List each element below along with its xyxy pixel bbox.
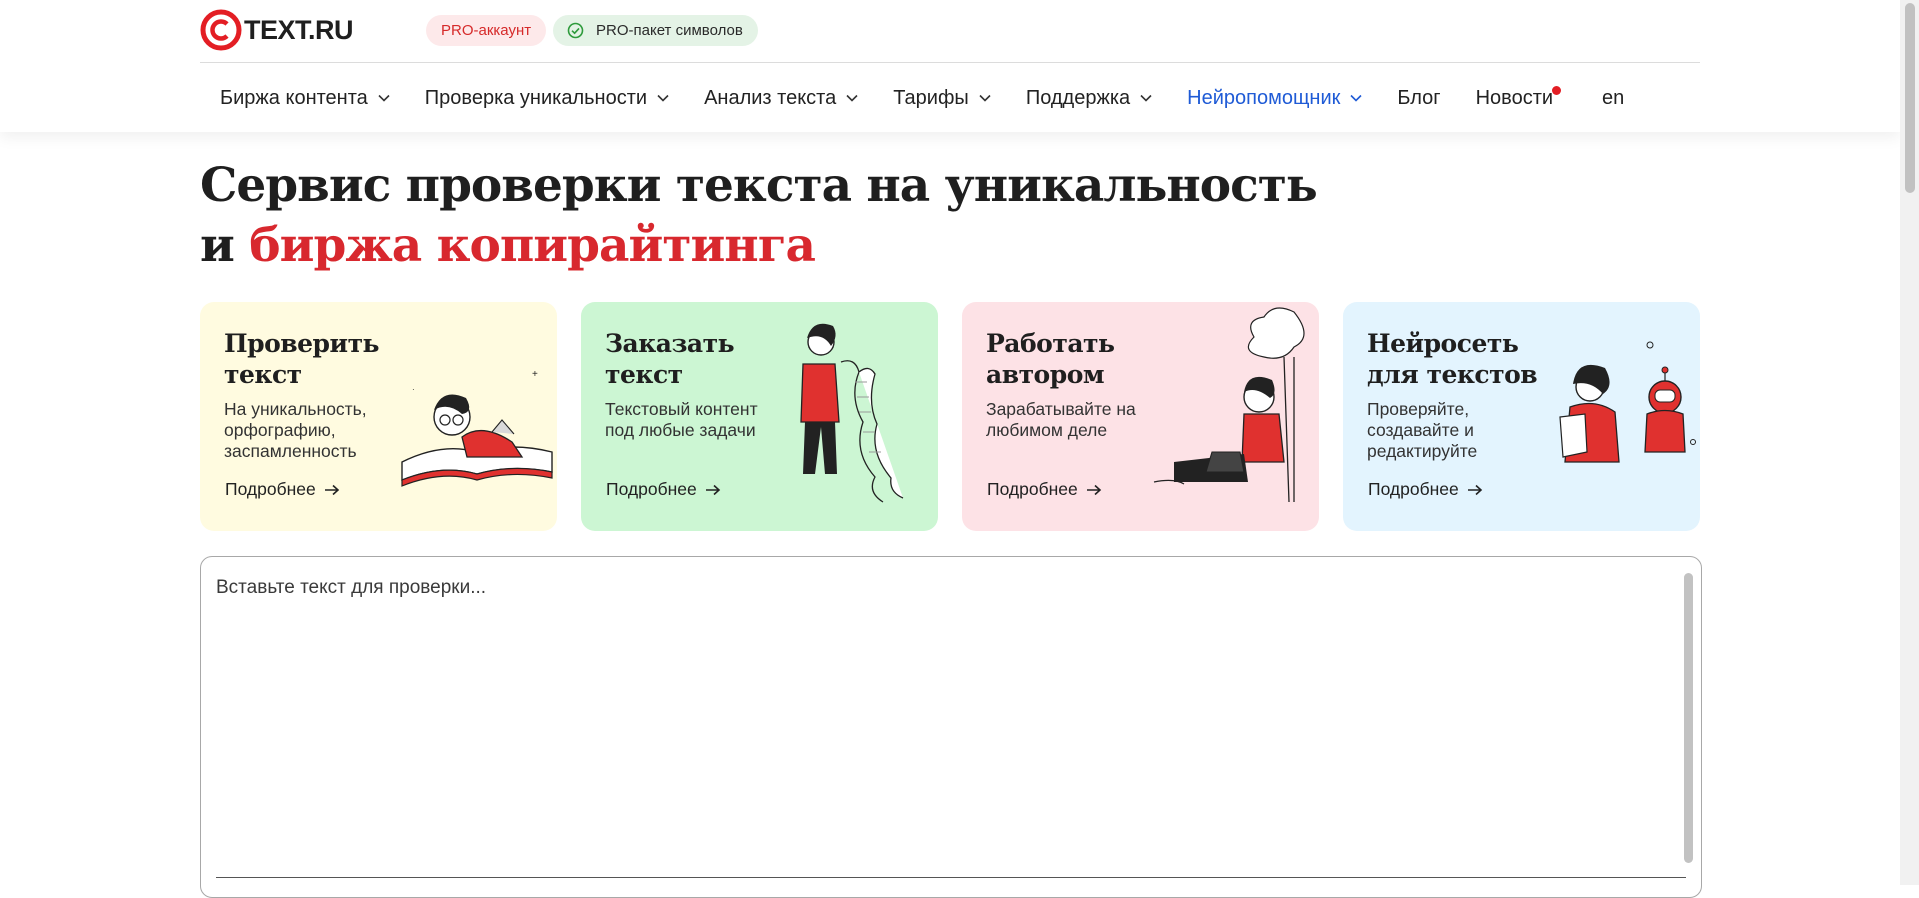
hero-line-2: и биржа копирайтинга [200, 216, 1317, 276]
card-work-as-author[interactable]: Работать автором Зарабатывайте на любимо… [962, 302, 1319, 531]
card-title-line: Заказать [605, 329, 735, 358]
card-more-link[interactable]: Подробнее [606, 479, 721, 500]
textarea-divider [216, 877, 1686, 878]
logo[interactable]: TEXT.RU [200, 8, 354, 52]
card-title-line: текст [605, 360, 683, 389]
card-title-line: для текстов [1367, 360, 1538, 389]
nav-item-blog[interactable]: Блог [1397, 87, 1440, 110]
card-title: Заказать текст [605, 328, 735, 390]
card-title-line: Проверить [224, 329, 380, 358]
card-ai-for-texts[interactable]: Нейросеть для текстов Проверяйте, создав… [1343, 302, 1700, 531]
arrow-right-icon [324, 484, 339, 495]
reading-person-illustration: + · [401, 369, 553, 487]
card-more-link[interactable]: Подробнее [225, 479, 340, 500]
nav-label: Новости [1475, 86, 1554, 109]
nav-label: Блог [1397, 86, 1441, 109]
pro-package-badge[interactable]: PRO-пакет символов [553, 15, 758, 46]
nav-label: Нейропомощник [1187, 86, 1341, 109]
nav-item-support[interactable]: Поддержка [1026, 87, 1152, 110]
textarea-scrollbar[interactable] [1684, 573, 1693, 863]
header-divider [200, 62, 1700, 63]
nav-label: Биржа контента [220, 86, 368, 109]
logo-text: TEXT.RU [244, 14, 354, 45]
person-with-scroll-illustration [800, 323, 904, 503]
chevron-down-icon [1140, 94, 1152, 102]
main-nav: Биржа контента Проверка уникальности Ана… [200, 84, 1659, 112]
more-link-label: Подробнее [987, 479, 1078, 499]
card-title: Проверить текст [224, 328, 380, 390]
card-title: Работать автором [986, 328, 1115, 390]
page-title: Сервис проверки текста на уникальность и… [200, 156, 1318, 276]
card-title-line: Нейросеть [1367, 329, 1519, 358]
page-scrollbar-thumb[interactable] [1905, 3, 1915, 193]
card-title-line: автором [986, 360, 1105, 389]
card-title-line: Работать [986, 329, 1115, 358]
nav-label: Тарифы [893, 86, 969, 109]
nav-item-news[interactable]: Новости [1475, 85, 1562, 110]
card-check-text[interactable]: Проверить текст На уникальность, орфогра… [200, 302, 557, 531]
nav-item-content-exchange[interactable]: Биржа контента [220, 87, 390, 110]
nav-item-neuro-assistant[interactable]: Нейропомощник [1187, 87, 1362, 110]
pro-account-label: PRO-аккаунт [441, 22, 532, 39]
nav-item-pricing[interactable]: Тарифы [893, 87, 991, 110]
card-title-line: текст [224, 360, 302, 389]
chevron-down-icon [378, 94, 390, 102]
check-circle-icon [567, 22, 584, 39]
card-more-link[interactable]: Подробнее [1368, 479, 1483, 500]
nav-label: en [1602, 86, 1625, 109]
svg-text:·: · [412, 385, 415, 394]
nav-item-text-analysis[interactable]: Анализ текста [704, 87, 858, 110]
chevron-down-icon [657, 94, 669, 102]
person-and-robot-illustration [1559, 341, 1696, 463]
text-input-placeholder: Вставьте текст для проверки... [216, 577, 487, 598]
hero-prefix: и [200, 218, 235, 273]
site-header: TEXT.RU PRO-аккаунт PRO-пакет символов Б… [0, 0, 1900, 132]
more-link-label: Подробнее [225, 479, 316, 499]
nav-item-uniqueness-check[interactable]: Проверка уникальности [425, 87, 669, 110]
pro-account-badge[interactable]: PRO-аккаунт [426, 15, 547, 46]
chevron-down-icon [979, 94, 991, 102]
copyright-logo-icon [200, 9, 242, 51]
nav-item-language[interactable]: en [1602, 87, 1624, 110]
card-more-link[interactable]: Подробнее [987, 479, 1102, 500]
chevron-down-icon [1350, 94, 1362, 102]
pro-package-label: PRO-пакет символов [596, 22, 743, 39]
arrow-right-icon [1467, 484, 1482, 495]
svg-text:+: + [532, 369, 538, 380]
more-link-label: Подробнее [1368, 479, 1459, 499]
arrow-right-icon [705, 484, 720, 495]
text-input-area[interactable]: Вставьте текст для проверки... [200, 556, 1702, 898]
hero-line-1: Сервис проверки текста на уникальность [200, 158, 1318, 213]
card-title: Нейросеть для текстов [1367, 328, 1538, 390]
card-order-text[interactable]: Заказать текст Текстовый контент под люб… [581, 302, 938, 531]
hero-accent: биржа копирайтинга [249, 218, 816, 273]
nav-label: Анализ текста [704, 86, 837, 109]
notification-dot-icon [1552, 85, 1562, 95]
person-with-laptop-illustration [1153, 307, 1305, 503]
arrow-right-icon [1086, 484, 1101, 495]
more-link-label: Подробнее [606, 479, 697, 499]
nav-label: Проверка уникальности [424, 86, 648, 109]
page-scrollbar[interactable] [1900, 0, 1919, 885]
nav-label: Поддержка [1025, 86, 1131, 109]
chevron-down-icon [846, 94, 858, 102]
